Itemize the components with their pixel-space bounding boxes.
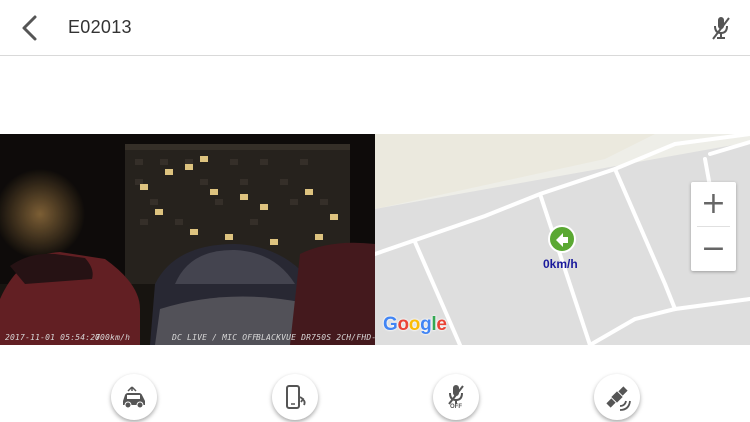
dashcam-video[interactable]: 2017-11-01 05:54:27 000km/h DC LIVE / MI… <box>0 134 375 345</box>
osd-status: DC LIVE / MIC OFF <box>172 333 258 342</box>
osd-datetime: 2017-11-01 05:54:27 <box>5 333 101 342</box>
chevron-left-icon <box>22 15 37 41</box>
page-title: E02013 <box>68 17 132 37</box>
logo-letter: G <box>383 314 398 335</box>
mic-off-icon <box>448 385 464 405</box>
zoom-out-button[interactable]: − <box>691 227 736 271</box>
osd-speed: 000km/h <box>95 333 131 342</box>
mic-off-icon <box>712 17 730 40</box>
action-bar: OFF <box>0 370 750 422</box>
audio-toggle-button[interactable]: OFF <box>433 374 479 420</box>
top-bar: E02013 <box>0 0 750 56</box>
logo-letter: g <box>420 314 432 335</box>
phone-rotate-icon <box>286 385 306 409</box>
event-recording-button[interactable] <box>111 374 157 420</box>
audio-off-label: OFF <box>450 404 462 410</box>
logo-letter: e <box>436 314 447 335</box>
map-speed-label: 0km/h <box>543 257 578 271</box>
google-attribution-logo: Google <box>383 314 447 336</box>
logo-letter: o <box>408 314 421 335</box>
zoom-in-button[interactable]: + <box>691 182 736 226</box>
rotate-view-button[interactable] <box>272 374 318 420</box>
night-street-scene <box>0 134 375 345</box>
satellite-icon <box>606 386 631 411</box>
zoom-control: + − <box>691 182 736 271</box>
vehicle-location-icon <box>548 225 576 253</box>
mic-toggle-button[interactable] <box>706 12 736 44</box>
map-view[interactable]: 0km/h + − Google <box>375 134 750 345</box>
osd-device: BLACKVUE DR750S 2CH/FHD-FHD <box>256 333 375 342</box>
car-event-icon <box>123 386 145 409</box>
back-button[interactable] <box>14 12 44 44</box>
logo-letter: o <box>397 314 409 335</box>
gps-button[interactable] <box>594 374 640 420</box>
